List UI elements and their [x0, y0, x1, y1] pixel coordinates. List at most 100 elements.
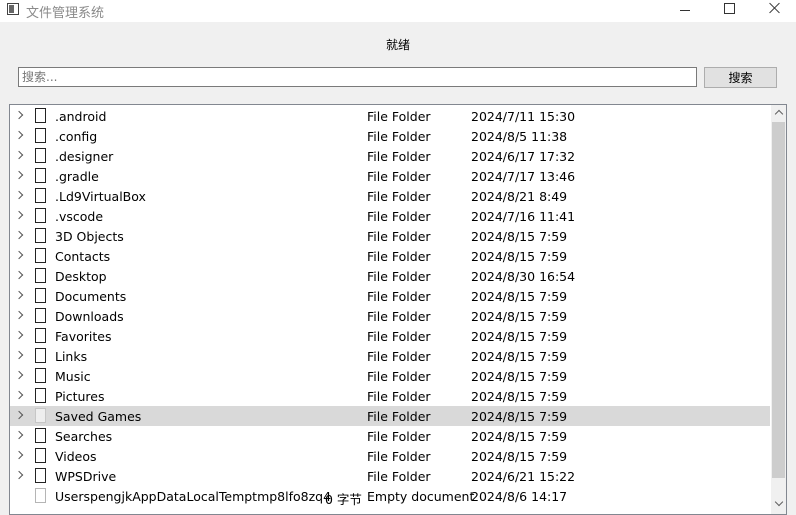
file-date: 2024/7/16 11:41: [471, 209, 576, 224]
expand-chevron-icon[interactable]: [14, 310, 24, 320]
status-label: 就绪: [385, 38, 410, 52]
file-name: .Ld9VirtualBox: [55, 189, 146, 204]
expand-chevron-icon[interactable]: [14, 470, 24, 480]
expand-chevron-icon[interactable]: [14, 190, 24, 200]
expand-chevron-icon[interactable]: [14, 290, 24, 300]
scrollbar-thumb[interactable]: [772, 122, 785, 478]
file-name: .gradle: [55, 169, 99, 184]
file-date: 2024/8/15 7:59: [471, 349, 568, 364]
tree-row[interactable]: Contacts File Folder 2024/8/15 7:59: [10, 246, 770, 266]
search-button[interactable]: 搜索: [704, 67, 777, 88]
expand-chevron-icon[interactable]: [14, 430, 24, 440]
file-name: .android: [55, 109, 107, 124]
file-type: File Folder: [367, 149, 431, 164]
folder-icon: [35, 208, 46, 223]
tree-row[interactable]: Music File Folder 2024/8/15 7:59: [10, 366, 770, 386]
expand-chevron-icon[interactable]: [14, 230, 24, 240]
file-name: Contacts: [55, 249, 111, 264]
file-date: 2024/8/15 7:59: [471, 309, 568, 324]
search-input[interactable]: [18, 67, 697, 87]
file-name: Desktop: [55, 269, 107, 284]
file-name: Favorites: [55, 329, 112, 344]
file-date: 2024/8/15 7:59: [471, 329, 568, 344]
file-type: File Folder: [367, 409, 431, 424]
maximize-icon[interactable]: [706, 0, 752, 22]
file-tree[interactable]: UserspengjkAppDataLocalTemptmp8lfo8zq4 0 …: [9, 104, 787, 515]
folder-icon: [35, 388, 46, 403]
expand-chevron-icon[interactable]: [14, 270, 24, 280]
folder-icon: [35, 268, 46, 283]
file-date: 2024/8/5 11:38: [471, 129, 568, 144]
expand-chevron-icon[interactable]: [14, 330, 24, 340]
expand-chevron-icon[interactable]: [14, 210, 24, 220]
tree-row[interactable]: .designer File Folder 2024/6/17 17:32: [10, 146, 770, 166]
expand-chevron-icon[interactable]: [14, 170, 24, 180]
minimize-icon[interactable]: [662, 0, 708, 22]
expand-chevron-icon[interactable]: [14, 410, 24, 420]
file-type: File Folder: [367, 129, 431, 144]
file-date: 2024/8/30 16:54: [471, 269, 576, 284]
tree-row[interactable]: Videos File Folder 2024/8/15 7:59: [10, 446, 770, 466]
file-type: Empty document: [367, 489, 475, 504]
tree-row[interactable]: .config File Folder 2024/8/5 11:38: [10, 126, 770, 146]
file-date: 2024/8/15 7:59: [471, 429, 568, 444]
tree-row[interactable]: 3D Objects File Folder 2024/8/15 7:59: [10, 226, 770, 246]
tree-row[interactable]: Links File Folder 2024/8/15 7:59: [10, 346, 770, 366]
tree-row[interactable]: .vscode File Folder 2024/7/16 11:41: [10, 206, 770, 226]
folder-icon: [35, 188, 46, 203]
folder-icon: [35, 168, 46, 183]
close-icon[interactable]: [751, 0, 796, 22]
tree-row[interactable]: Favorites File Folder 2024/8/15 7:59: [10, 326, 770, 346]
expand-chevron-icon[interactable]: [14, 150, 24, 160]
file-date: 2024/6/21 15:22: [471, 469, 576, 484]
file-date: 2024/8/15 7:59: [471, 229, 568, 244]
tree-row[interactable]: .gradle File Folder 2024/7/17 13:46: [10, 166, 770, 186]
file-type: File Folder: [367, 229, 431, 244]
folder-icon: [35, 448, 46, 463]
tree-row[interactable]: Saved Games File Folder 2024/8/15 7:59: [10, 406, 770, 426]
expand-chevron-icon[interactable]: [14, 250, 24, 260]
file-name: Saved Games: [55, 409, 142, 424]
file-type: File Folder: [367, 309, 431, 324]
file-type: File Folder: [367, 269, 431, 284]
folder-icon: [35, 368, 46, 383]
tree-row[interactable]: Documents File Folder 2024/8/15 7:59: [10, 286, 770, 306]
tree-row[interactable]: Searches File Folder 2024/8/15 7:59: [10, 426, 770, 446]
tree-row[interactable]: Pictures File Folder 2024/8/15 7:59: [10, 386, 770, 406]
expand-chevron-icon[interactable]: [14, 450, 24, 460]
expand-chevron-icon[interactable]: [14, 350, 24, 360]
expand-chevron-icon[interactable]: [14, 370, 24, 380]
file-size: 0 字节: [325, 492, 362, 507]
folder-icon: [35, 148, 46, 163]
folder-icon: [35, 108, 46, 123]
file-type: File Folder: [367, 249, 431, 264]
file-date: 2024/8/15 7:59: [471, 369, 568, 384]
folder-icon: [35, 428, 46, 443]
vertical-scrollbar[interactable]: [771, 105, 786, 514]
expand-chevron-icon[interactable]: [14, 130, 24, 140]
folder-icon: [35, 308, 46, 323]
scroll-down-icon[interactable]: [771, 497, 786, 511]
title-bar: 文件管理系统: [0, 0, 796, 22]
file-date: 2024/8/15 7:59: [471, 289, 568, 304]
file-name: Documents: [55, 289, 127, 304]
file-date: 2024/8/21 8:49: [471, 189, 568, 204]
expand-chevron-icon[interactable]: [14, 390, 24, 400]
file-type: File Folder: [367, 449, 431, 464]
expand-chevron-icon[interactable]: [14, 110, 24, 120]
folder-icon: [35, 328, 46, 343]
folder-icon: [35, 128, 46, 143]
tree-row[interactable]: WPSDrive File Folder 2024/6/21 15:22: [10, 466, 770, 486]
folder-icon: [35, 228, 46, 243]
tree-row[interactable]: Desktop File Folder 2024/8/30 16:54: [10, 266, 770, 286]
file-name: Music: [55, 369, 91, 384]
file-date: 2024/8/15 7:59: [471, 449, 568, 464]
tree-row[interactable]: .android File Folder 2024/7/11 15:30: [10, 106, 770, 126]
tree-row[interactable]: UserspengjkAppDataLocalTemptmp8lfo8zq4 0 …: [10, 486, 770, 507]
tree-row[interactable]: .Ld9VirtualBox File Folder 2024/8/21 8:49: [10, 186, 770, 206]
file-name: .config: [55, 129, 98, 144]
file-type: File Folder: [367, 109, 431, 124]
scroll-up-icon[interactable]: [771, 105, 786, 119]
folder-icon: [35, 348, 46, 363]
tree-row[interactable]: Downloads File Folder 2024/8/15 7:59: [10, 306, 770, 326]
